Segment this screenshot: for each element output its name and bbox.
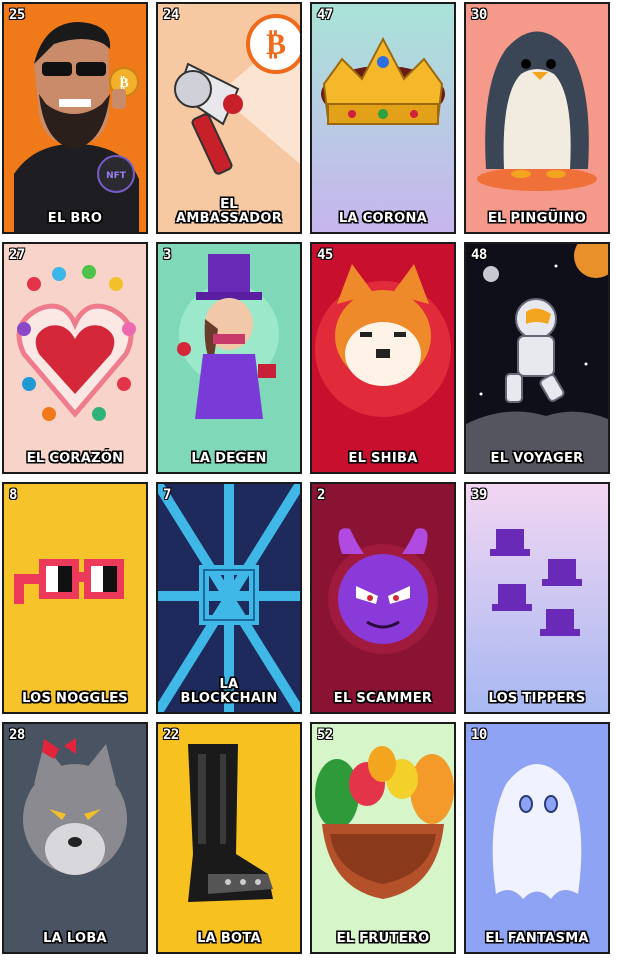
card-number: 22 bbox=[163, 727, 179, 743]
crown-illustration bbox=[312, 4, 454, 232]
card-number: 47 bbox=[317, 7, 333, 23]
card-el-fantasma[interactable]: 10 EL FANTASMA bbox=[464, 722, 610, 954]
card-el-scammer[interactable]: 2 EL SCAMMER bbox=[310, 482, 456, 714]
card-title: EL SCAMMER bbox=[333, 691, 433, 706]
card-el-frutero[interactable]: 52 EL FRUTERO bbox=[310, 722, 456, 954]
card-number: 27 bbox=[9, 247, 25, 263]
card-la-loba[interactable]: 28 LA LOBA bbox=[2, 722, 148, 954]
loteria-grid: NFT ₿ 25 EL BRO ₿ 24 EL AMBASSADOR 47 LA… bbox=[0, 0, 618, 960]
card-title: LOS TIPPERS bbox=[488, 691, 586, 706]
noggles-illustration bbox=[4, 484, 146, 712]
card-title: EL SHIBA bbox=[348, 451, 418, 466]
svg-text:NFT: NFT bbox=[106, 171, 127, 181]
card-los-noggles[interactable]: 8 LOS NOGGLES bbox=[2, 482, 148, 714]
card-title: EL VOYAGER bbox=[490, 451, 584, 466]
card-el-corazon[interactable]: 27 EL CORAZÓN bbox=[2, 242, 148, 474]
card-number: 52 bbox=[317, 727, 333, 743]
wolf-illustration bbox=[4, 724, 146, 952]
fruit-bowl-illustration bbox=[312, 724, 454, 952]
card-number: 45 bbox=[317, 247, 333, 263]
card-title: LA BLOCKCHAIN bbox=[180, 677, 278, 706]
card-number: 10 bbox=[471, 727, 487, 743]
card-number: 39 bbox=[471, 487, 487, 503]
bro-illustration: NFT ₿ bbox=[4, 4, 146, 232]
card-title: EL FRUTERO bbox=[336, 931, 430, 946]
card-los-tippers[interactable]: 39 LOS TIPPERS bbox=[464, 482, 610, 714]
card-la-degen[interactable]: 3 LA DEGEN bbox=[156, 242, 302, 474]
card-la-blockchain[interactable]: 7 LA BLOCKCHAIN bbox=[156, 482, 302, 714]
card-title: EL BRO bbox=[47, 211, 103, 226]
tippers-illustration bbox=[466, 484, 608, 712]
card-la-corona[interactable]: 47 LA CORONA bbox=[310, 2, 456, 234]
penguin-illustration bbox=[466, 4, 608, 232]
ghost-illustration bbox=[466, 724, 608, 952]
degen-illustration bbox=[158, 244, 300, 472]
card-number: 2 bbox=[317, 487, 325, 503]
card-number: 8 bbox=[9, 487, 17, 503]
card-title: EL CORAZÓN bbox=[26, 451, 124, 466]
card-number: 48 bbox=[471, 247, 487, 263]
card-number: 24 bbox=[163, 7, 179, 23]
card-number: 7 bbox=[163, 487, 171, 503]
card-number: 3 bbox=[163, 247, 171, 263]
card-el-voyager[interactable]: 48 EL VOYAGER bbox=[464, 242, 610, 474]
card-title: LA LOBA bbox=[43, 931, 107, 946]
card-title: LA CORONA bbox=[338, 211, 428, 226]
card-la-bota[interactable]: 22 LA BOTA bbox=[156, 722, 302, 954]
scammer-illustration bbox=[312, 484, 454, 712]
card-title: LOS NOGGLES bbox=[22, 691, 128, 706]
card-title: LA BOTA bbox=[197, 931, 261, 946]
card-el-shiba[interactable]: 45 EL SHIBA bbox=[310, 242, 456, 474]
card-title: EL PINGÜINO bbox=[487, 211, 587, 226]
svg-text:₿: ₿ bbox=[266, 27, 286, 62]
svg-text:₿: ₿ bbox=[119, 75, 128, 91]
card-el-pinguino[interactable]: 30 EL PINGÜINO bbox=[464, 2, 610, 234]
card-el-ambassador[interactable]: ₿ 24 EL AMBASSADOR bbox=[156, 2, 302, 234]
card-el-bro[interactable]: NFT ₿ 25 EL BRO bbox=[2, 2, 148, 234]
card-title: EL AMBASSADOR bbox=[175, 197, 283, 226]
boot-illustration bbox=[158, 724, 300, 952]
astronaut-illustration bbox=[466, 244, 608, 472]
card-title: EL FANTASMA bbox=[485, 931, 589, 946]
card-number: 28 bbox=[9, 727, 25, 743]
card-number: 25 bbox=[9, 7, 25, 23]
heart-people-illustration bbox=[4, 244, 146, 472]
card-number: 30 bbox=[471, 7, 487, 23]
shiba-illustration bbox=[312, 244, 454, 472]
card-title: LA DEGEN bbox=[191, 451, 267, 466]
